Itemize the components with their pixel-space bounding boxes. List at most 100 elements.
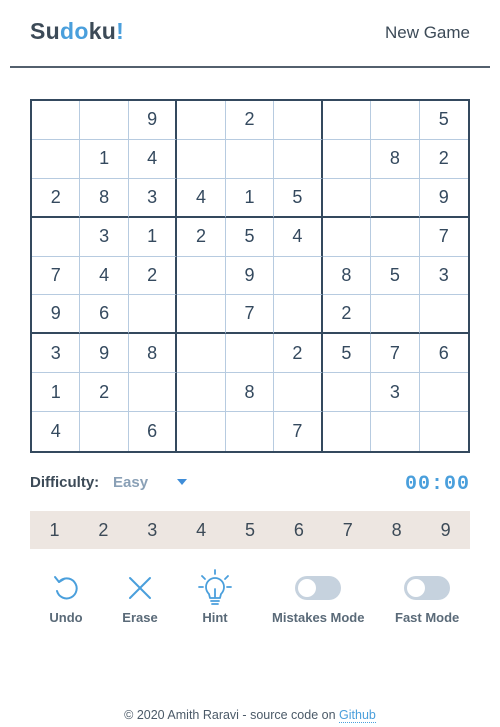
hint-button[interactable]: Hint [195, 568, 235, 625]
grid-cell[interactable]: 9 [80, 334, 129, 374]
grid-cell[interactable] [128, 295, 178, 335]
grid-cell[interactable]: 2 [274, 334, 323, 374]
grid-cell[interactable]: 2 [419, 140, 468, 179]
grid-cell[interactable]: 6 [129, 412, 178, 451]
grid-cell[interactable] [80, 101, 129, 140]
github-link[interactable]: Github [339, 708, 376, 723]
grid-cell[interactable] [322, 217, 372, 257]
mistakes-mode-switch[interactable] [295, 576, 342, 600]
grid-cell[interactable]: 5 [419, 101, 468, 140]
grid-cell[interactable] [371, 412, 420, 451]
grid-cell[interactable]: 9 [225, 256, 275, 296]
grid-cell[interactable]: 8 [225, 373, 275, 413]
grid-cell[interactable] [32, 217, 81, 257]
grid-cell[interactable] [371, 178, 420, 218]
number-button[interactable]: 4 [177, 520, 226, 541]
grid-cell[interactable] [322, 139, 372, 179]
grid-cell[interactable]: 8 [371, 139, 420, 179]
grid-cell[interactable] [177, 101, 226, 140]
grid-cell[interactable]: 7 [371, 334, 420, 374]
grid-cell[interactable] [274, 256, 323, 296]
grid-cell[interactable]: 6 [80, 295, 129, 335]
grid-cell[interactable] [177, 295, 226, 335]
grid-cell[interactable] [225, 139, 275, 179]
number-button[interactable]: 9 [421, 520, 470, 541]
grid-cell[interactable]: 9 [128, 101, 178, 140]
number-button[interactable]: 8 [372, 520, 421, 541]
number-button[interactable]: 2 [79, 520, 128, 541]
grid-cell[interactable]: 2 [225, 101, 275, 140]
grid-cell[interactable] [32, 101, 81, 140]
grid-cell[interactable] [371, 217, 420, 257]
grid-cell[interactable]: 1 [225, 178, 275, 218]
grid-cell[interactable]: 9 [419, 179, 468, 218]
grid-cell[interactable] [274, 101, 323, 140]
grid-cell[interactable]: 4 [177, 178, 226, 218]
fast-mode-switch[interactable] [404, 576, 451, 600]
grid-cell[interactable] [226, 412, 275, 451]
grid-cell[interactable]: 8 [80, 178, 129, 218]
grid-cell[interactable] [32, 139, 81, 179]
grid-cell[interactable] [177, 412, 226, 451]
grid-cell[interactable]: 9 [32, 295, 81, 335]
grid-cell[interactable]: 1 [80, 139, 129, 179]
grid-cell[interactable] [177, 334, 226, 374]
grid-cell[interactable] [274, 373, 323, 413]
grid-cell[interactable] [322, 101, 372, 140]
number-button[interactable]: 5 [226, 520, 275, 541]
grid-cell[interactable]: 4 [80, 256, 129, 296]
new-game-button[interactable]: New Game [385, 23, 470, 43]
grid-cell[interactable]: 5 [371, 256, 420, 296]
grid-cell[interactable]: 3 [80, 217, 129, 257]
grid-cell[interactable] [322, 178, 372, 218]
grid-cell[interactable] [322, 373, 372, 413]
mistakes-mode-toggle[interactable]: Mistakes Mode [272, 568, 364, 625]
grid-cell[interactable]: 7 [225, 295, 275, 335]
difficulty-select[interactable]: Easy [113, 474, 193, 494]
grid-cell[interactable]: 7 [419, 218, 468, 257]
grid-cell[interactable]: 5 [322, 334, 372, 374]
fast-mode-toggle[interactable]: Fast Mode [395, 568, 459, 625]
grid-cell[interactable]: 8 [322, 256, 372, 296]
grid-cell[interactable] [225, 334, 275, 374]
grid-cell[interactable]: 6 [419, 334, 468, 374]
grid-cell[interactable]: 7 [274, 412, 323, 451]
number-button[interactable]: 1 [30, 520, 79, 541]
grid-cell[interactable] [274, 295, 323, 335]
grid-cell[interactable] [371, 101, 420, 140]
grid-cell[interactable]: 1 [32, 373, 81, 413]
grid-cell[interactable] [371, 295, 420, 335]
grid-cell[interactable]: 4 [274, 217, 323, 257]
grid-cell[interactable] [177, 139, 226, 179]
grid-cell[interactable] [128, 373, 178, 413]
grid-cell[interactable]: 4 [128, 139, 178, 179]
grid-cell[interactable]: 2 [80, 373, 129, 413]
grid-cell[interactable]: 3 [419, 257, 468, 296]
erase-button[interactable]: Erase [120, 568, 160, 625]
grid-cell[interactable]: 4 [32, 412, 81, 451]
grid-cell[interactable]: 2 [32, 178, 81, 218]
grid-cell[interactable] [419, 295, 468, 335]
number-button[interactable]: 3 [128, 520, 177, 541]
grid-cell[interactable] [177, 256, 226, 296]
grid-cell[interactable]: 5 [274, 178, 323, 218]
number-button[interactable]: 7 [323, 520, 372, 541]
number-button[interactable]: 6 [274, 520, 323, 541]
grid-cell[interactable]: 7 [32, 256, 81, 296]
grid-cell[interactable]: 8 [128, 334, 178, 374]
grid-cell[interactable] [323, 412, 372, 451]
grid-cell[interactable]: 2 [177, 217, 226, 257]
undo-button[interactable]: Undo [46, 568, 86, 625]
grid-cell[interactable]: 3 [128, 178, 178, 218]
grid-cell[interactable]: 2 [322, 295, 372, 335]
grid-cell[interactable]: 3 [371, 373, 420, 413]
grid-cell[interactable]: 2 [128, 256, 178, 296]
grid-cell[interactable]: 3 [32, 334, 81, 374]
grid-cell[interactable] [419, 373, 468, 413]
grid-cell[interactable] [80, 412, 129, 451]
grid-cell[interactable] [177, 373, 226, 413]
grid-cell[interactable]: 5 [225, 217, 275, 257]
grid-cell[interactable] [274, 139, 323, 179]
grid-cell[interactable]: 1 [128, 217, 178, 257]
grid-cell[interactable] [420, 412, 468, 451]
